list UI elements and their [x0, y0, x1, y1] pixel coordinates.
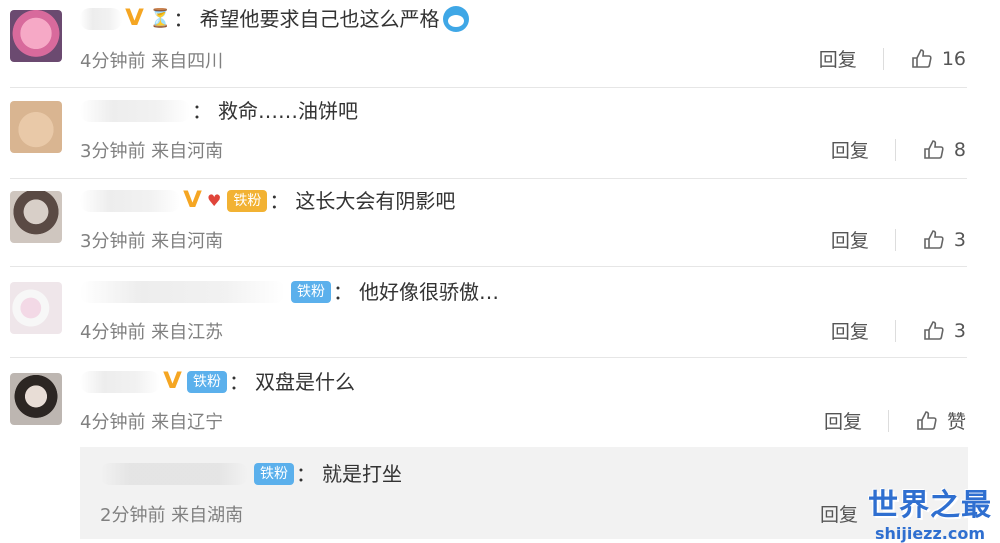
comment-meta: 3分钟前 来自河南 [80, 231, 224, 252]
colon: ： [269, 189, 290, 213]
comment-actions: 回复 8 [831, 136, 966, 163]
comment-line: ： 救命……油饼吧 [80, 98, 358, 124]
avatar[interactable] [10, 101, 62, 153]
like-button[interactable]: 赞 [915, 407, 966, 434]
comment-actions: 回复 赞 [824, 407, 966, 434]
comment-actions: 回复 3 [831, 317, 966, 344]
fan-badge: 铁粉 [254, 463, 294, 485]
divider [10, 87, 967, 88]
colon: ： [229, 370, 250, 394]
like-count: 3 [953, 228, 966, 251]
reply-button[interactable]: 回复 [819, 45, 857, 72]
fan-badge: 铁粉 [227, 190, 268, 212]
doraemon-emoji-icon [443, 6, 470, 32]
like-button[interactable]: 3 [922, 228, 966, 252]
reply-button[interactable]: 回复 [831, 317, 869, 344]
reply-button[interactable]: 回复 [824, 407, 862, 434]
divider [882, 47, 884, 70]
watermark-title: 世界之最 [868, 488, 992, 523]
reply-button[interactable]: 回复 [831, 226, 869, 253]
avatar[interactable] [10, 10, 62, 62]
comment-line: V 铁粉 ： 双盘是什么 [80, 369, 355, 395]
comment-text: 双盘是什么 [255, 370, 356, 394]
thumbs-up-icon [924, 229, 944, 249]
comment-meta: 3分钟前 来自河南 [80, 141, 224, 162]
comment-actions: 回复 3 [831, 226, 966, 253]
like-button[interactable]: 16 [910, 47, 966, 71]
fan-badge: 铁粉 [187, 371, 228, 393]
thumbs-up-icon [924, 320, 944, 340]
divider [887, 409, 889, 432]
sub-reply-box: 铁粉 ： 就是打坐 2分钟前 来自湖南 回复 [80, 447, 968, 539]
username[interactable] [100, 463, 248, 485]
comment-meta: 4分钟前 来自江苏 [80, 322, 224, 343]
divider [894, 319, 896, 342]
sub-reply-meta: 2分钟前 来自湖南 [100, 505, 244, 526]
like-count: 16 [941, 47, 966, 70]
divider [10, 357, 967, 358]
thumbs-up-icon [912, 48, 932, 68]
divider [894, 228, 896, 251]
colon: ： [333, 280, 353, 304]
comment-line: V ⏳ ： 希望他要求自己也这么严格 [80, 6, 470, 32]
avatar[interactable] [10, 191, 62, 243]
like-button[interactable]: 8 [922, 138, 966, 162]
watermark-url: shijiezz.com [874, 524, 986, 543]
username[interactable] [80, 8, 122, 30]
heart-icon: ♥ [207, 191, 222, 210]
avatar[interactable] [10, 373, 62, 425]
comment-actions: 回复 16 [819, 45, 966, 72]
divider [10, 178, 967, 179]
reply-button[interactable]: 回复 [831, 136, 869, 163]
divider [894, 138, 896, 161]
colon: ： [173, 7, 194, 31]
comment-text: 这长大会有阴影吧 [295, 189, 456, 213]
thumbs-up-icon [917, 410, 937, 430]
watermark-logo: 世界之最 shijiezz.com [868, 480, 992, 543]
comment-text: 他好像很骄傲… [359, 280, 499, 304]
like-count: 3 [953, 319, 966, 342]
username[interactable] [80, 100, 190, 122]
comment-text: 救命……油饼吧 [218, 99, 358, 123]
username[interactable] [80, 281, 285, 303]
comment-text: 希望他要求自己也这么严格 [199, 7, 440, 31]
sub-reply-line: 铁粉 ： 就是打坐 [100, 461, 402, 487]
comment-line: V ♥ 铁粉 ： 这长大会有阴影吧 [80, 188, 455, 214]
hourglass-icon: ⏳ [149, 8, 172, 29]
colon: ： [296, 462, 316, 486]
comment-meta: 4分钟前 来自四川 [80, 51, 224, 72]
comment-line: 铁粉 ： 他好像很骄傲… [80, 279, 499, 305]
username[interactable] [80, 190, 180, 212]
verified-v-icon: V [125, 6, 144, 31]
verified-v-icon: V [163, 369, 182, 394]
avatar[interactable] [10, 282, 62, 334]
thumbs-up-icon [924, 139, 944, 159]
like-count: 8 [953, 138, 966, 161]
reply-button[interactable]: 回复 [820, 500, 858, 527]
like-label: 赞 [946, 411, 966, 433]
fan-badge: 铁粉 [291, 281, 331, 303]
like-button[interactable]: 3 [922, 319, 966, 343]
comment-meta: 4分钟前 来自辽宁 [80, 412, 224, 433]
username[interactable] [80, 371, 160, 393]
comment-text: 就是打坐 [322, 462, 402, 486]
colon: ： [192, 99, 212, 123]
divider [10, 266, 967, 267]
sub-reply-actions: 回复 [820, 500, 858, 527]
verified-v-icon: V [183, 188, 202, 213]
